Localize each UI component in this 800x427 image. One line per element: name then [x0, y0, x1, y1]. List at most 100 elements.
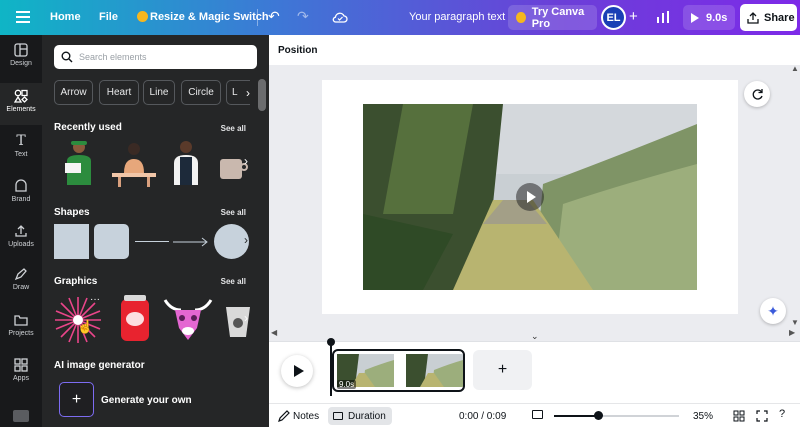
rail-label-text: Text: [14, 151, 28, 158]
add-clip-button[interactable]: +: [473, 350, 532, 390]
shape-arrow[interactable]: [173, 237, 209, 247]
scroll-up-icon[interactable]: ▲: [791, 64, 799, 73]
notes-button[interactable]: Notes: [293, 411, 319, 422]
playback-time: 0:00 / 0:09: [459, 411, 507, 422]
graphic-bull-head[interactable]: [163, 294, 213, 344]
document-title[interactable]: Your paragraph text: [409, 11, 505, 23]
duration-button[interactable]: Duration: [328, 407, 392, 425]
rail-label-design: Design: [10, 60, 32, 67]
left-rail: Design Elements T Text Brand Uploads Dra…: [0, 35, 42, 427]
fullscreen-icon[interactable]: [756, 410, 768, 422]
help-icon[interactable]: ?: [779, 408, 785, 420]
share-button[interactable]: Share: [740, 4, 797, 31]
scroll-down-icon[interactable]: ▼: [791, 318, 799, 327]
scroll-right-icon[interactable]: ▶: [789, 328, 795, 337]
text-icon: T: [16, 133, 26, 149]
timeline-play-button[interactable]: [281, 355, 313, 387]
cloud-save-icon[interactable]: [332, 10, 348, 24]
recent-item-chef[interactable]: [57, 139, 102, 187]
shapes-see-all[interactable]: See all: [221, 208, 246, 217]
avatar[interactable]: EL: [601, 5, 626, 30]
design-icon: [14, 43, 28, 57]
recent-item-man[interactable]: [170, 139, 202, 187]
search-input[interactable]: Search elements: [79, 52, 147, 62]
magic-assistant-button[interactable]: ✦: [760, 298, 786, 324]
rail-label-apps: Apps: [13, 375, 29, 382]
topbar-divider: [257, 9, 258, 26]
home-button[interactable]: Home: [50, 11, 81, 23]
rail-label-projects: Projects: [8, 330, 34, 337]
graphic-soda-can[interactable]: [117, 293, 153, 345]
page-view-icon[interactable]: [532, 410, 543, 419]
file-menu[interactable]: File: [99, 11, 118, 23]
play-duration: 9.0s: [706, 11, 728, 24]
menu-icon[interactable]: [16, 11, 30, 23]
chip-heart[interactable]: Heart: [99, 80, 139, 105]
top-bar: Home File Resize & Magic Switch ↶ ↷ Your…: [0, 0, 800, 35]
zoom-level[interactable]: 35%: [693, 411, 713, 422]
add-collaborator-icon[interactable]: +: [629, 8, 638, 25]
play-preview-button[interactable]: 9.0s: [683, 5, 735, 30]
video-clip[interactable]: 9.0s: [332, 349, 465, 392]
resize-magic-switch-button[interactable]: Resize & Magic Switch: [150, 11, 269, 23]
try-canva-pro-button[interactable]: Try Canva Pro: [508, 5, 597, 30]
shape-rounded-square[interactable]: [94, 224, 129, 259]
rail-label-uploads: Uploads: [8, 241, 34, 248]
redo-icon[interactable]: ↷: [297, 8, 309, 25]
search-box[interactable]: Search elements: [54, 45, 257, 69]
zoom-slider-fill: [554, 415, 598, 417]
graphics-see-all[interactable]: See all: [221, 277, 246, 286]
play-icon: [691, 12, 699, 23]
rail-item-projects[interactable]: Projects: [0, 313, 42, 353]
share-label: Share: [764, 11, 795, 24]
chip-line[interactable]: Line: [143, 80, 175, 105]
video-play-button[interactable]: [516, 183, 544, 211]
shape-square[interactable]: [54, 224, 89, 259]
undo-icon[interactable]: ↶: [268, 8, 280, 25]
rail-item-brand[interactable]: Brand: [0, 179, 42, 219]
panel-scrollbar[interactable]: [258, 79, 266, 111]
generate-your-own-label[interactable]: Generate your own: [101, 395, 192, 406]
elements-icon: [14, 89, 28, 103]
zoom-slider[interactable]: [554, 411, 679, 420]
rail-item-elements[interactable]: Elements: [0, 89, 42, 129]
recent-item-woman-desk[interactable]: [108, 139, 160, 187]
grid-view-icon[interactable]: [733, 410, 745, 422]
chips-next-button[interactable]: ›: [238, 81, 258, 104]
bottom-bar: Notes Duration 0:00 / 0:09 35% ?: [269, 403, 800, 427]
rail-item-text[interactable]: T Text: [0, 134, 42, 174]
chip-circle[interactable]: Circle: [181, 80, 221, 105]
analytics-icon[interactable]: [656, 10, 670, 24]
rail-item-uploads[interactable]: Uploads: [0, 224, 42, 264]
chip-arrow[interactable]: Arrow: [54, 80, 93, 105]
search-icon: [61, 51, 73, 63]
zoom-slider-thumb[interactable]: [594, 411, 603, 420]
plus-icon: +: [71, 390, 82, 408]
uploads-icon: [15, 225, 27, 237]
canvas-scrollbar[interactable]: [794, 70, 798, 330]
recently-used-see-all[interactable]: See all: [221, 124, 246, 133]
more-options-icon[interactable]: ···: [90, 294, 100, 305]
recently-used-heading: Recently used: [54, 122, 122, 133]
notes-icon[interactable]: [278, 410, 290, 422]
context-toolbar: Position: [269, 35, 800, 65]
projects-icon: [14, 315, 28, 326]
video-element[interactable]: [363, 104, 697, 290]
refresh-page-button[interactable]: [744, 81, 770, 107]
generate-your-own-button[interactable]: +: [59, 382, 94, 417]
rail-label-draw: Draw: [12, 284, 30, 291]
recent-next-button[interactable]: ›: [238, 154, 254, 170]
position-button[interactable]: Position: [278, 45, 317, 56]
duration-icon: [333, 412, 343, 420]
rail-item-draw[interactable]: Draw: [0, 267, 42, 307]
rail-item-apps[interactable]: Apps: [0, 358, 42, 398]
ai-image-generator-heading: AI image generator: [54, 360, 145, 371]
shapes-next-button[interactable]: ›: [238, 233, 254, 249]
scroll-left-icon[interactable]: ◀: [271, 328, 277, 337]
rail-item-design[interactable]: Design: [0, 43, 42, 83]
shape-line[interactable]: [135, 241, 169, 242]
graphics-next-button[interactable]: ›: [238, 311, 254, 327]
timeline: 9.0s +: [269, 338, 800, 403]
cursor-hand-icon: ☝: [77, 319, 94, 334]
magic-media-icon[interactable]: [13, 410, 29, 422]
